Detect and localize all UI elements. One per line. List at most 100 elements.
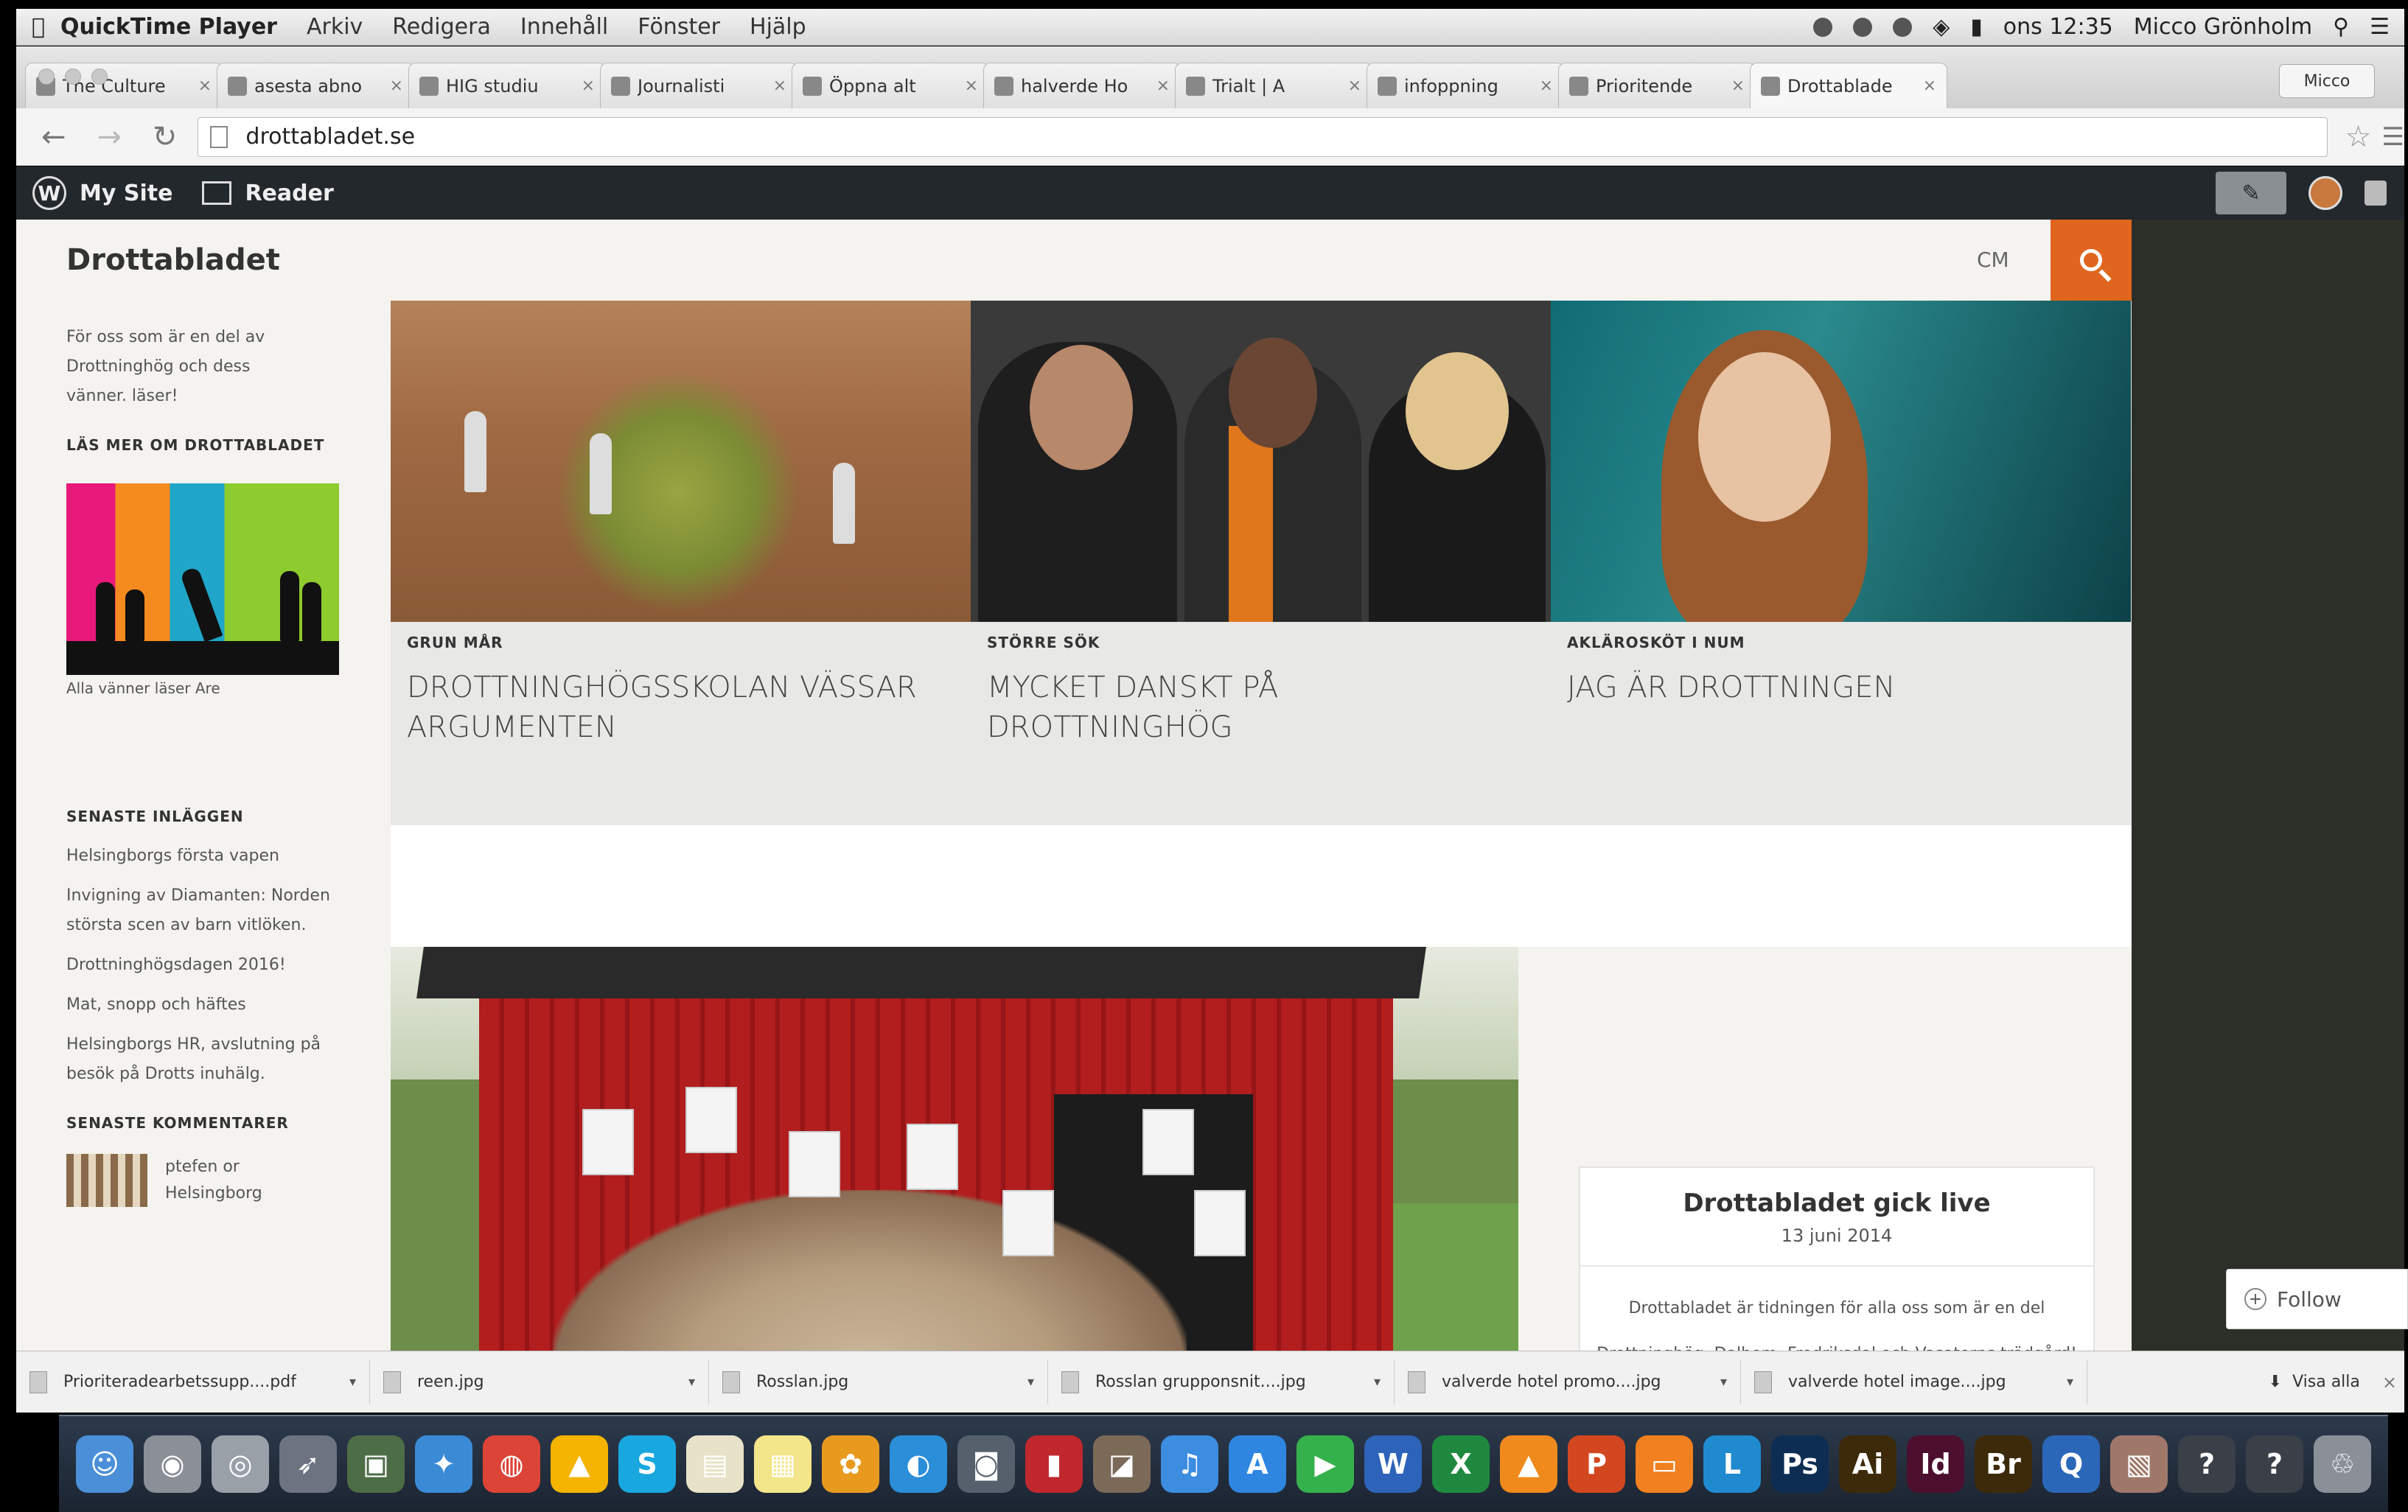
site-title[interactable]: Drottabladet [66, 243, 280, 277]
chevron-down-icon[interactable]: ▾ [349, 1374, 356, 1390]
photoshop-icon[interactable]: Ps [1771, 1435, 1829, 1493]
browser-tab-active[interactable]: Drottablade × [1750, 63, 1947, 108]
chevron-down-icon[interactable]: ▾ [688, 1374, 695, 1390]
minimize-window-button[interactable] [65, 69, 81, 85]
close-tab-icon[interactable]: × [390, 77, 403, 95]
keynote-icon[interactable]: ▭ [1636, 1435, 1693, 1493]
write-post-button[interactable]: ✎ [2216, 172, 2286, 214]
stickies-icon[interactable]: ▦ [754, 1435, 812, 1493]
chevron-down-icon[interactable]: ▾ [2067, 1374, 2073, 1390]
close-tab-icon[interactable]: × [1923, 77, 1936, 95]
word-icon[interactable]: W [1364, 1435, 1422, 1493]
menu-redigera[interactable]: Redigera [392, 14, 491, 40]
promo-caption[interactable]: Alla vänner läser Are [66, 679, 388, 697]
featured-title[interactable]: MYCKET DANSKT PÅ DROTTNINGHÖG [987, 668, 1532, 747]
spotlight-icon[interactable]: ⚲ [2333, 14, 2349, 40]
menu-hjalp[interactable]: Hjälp [750, 14, 806, 40]
battery-icon[interactable]: ▮ [1970, 14, 1983, 40]
close-tab-icon[interactable]: × [1156, 77, 1170, 95]
unknown-app-icon[interactable]: ? [2178, 1435, 2236, 1493]
notifications-icon[interactable] [2365, 181, 2387, 206]
rocket-icon[interactable]: ➶ [279, 1435, 337, 1493]
globe-icon[interactable]: ◐ [890, 1435, 947, 1493]
close-tab-icon[interactable]: × [773, 77, 786, 95]
close-tab-icon[interactable]: × [1731, 77, 1745, 95]
search-button[interactable] [2051, 220, 2132, 301]
close-tab-icon[interactable]: × [1348, 77, 1361, 95]
menubar-user[interactable]: Micco Grönholm [2134, 14, 2312, 40]
excel-icon[interactable]: X [1432, 1435, 1490, 1493]
browser-tab[interactable]: asesta abno × [217, 63, 414, 108]
flower-icon[interactable]: ✿ [822, 1435, 879, 1493]
drive-icon[interactable]: ▲ [551, 1435, 608, 1493]
forward-icon[interactable]: → [91, 120, 127, 154]
skype-icon[interactable]: S [618, 1435, 676, 1493]
featured-title[interactable]: JAG ÄR DROTTNINGEN [1567, 668, 2112, 707]
browser-tab[interactable]: infoppning × [1367, 63, 1564, 108]
recent-post-link[interactable]: Helsingborgs HR, avslutning på besök på … [66, 1030, 346, 1089]
featured-category[interactable]: AKLÄROSKÖT I NUM [1567, 634, 1745, 651]
preview-icon[interactable]: ▧ [2110, 1435, 2168, 1493]
indesign-icon[interactable]: Id [1907, 1435, 1964, 1493]
avatar[interactable] [2308, 176, 2342, 210]
trash-icon[interactable]: ♲ [2314, 1435, 2371, 1493]
chevron-down-icon[interactable]: ▾ [1720, 1374, 1727, 1390]
menu-innehall[interactable]: Innehåll [520, 14, 608, 40]
featured-title[interactable]: DROTTNINGHÖGSSKOLAN VÄSSAR ARGUMENTEN [407, 668, 952, 747]
download-item[interactable]: Rosslan grupponsnit....jpg ▾ [1048, 1359, 1395, 1404]
menubar-clock[interactable]: ons 12:35 [2003, 14, 2113, 40]
download-item[interactable]: reen.jpg ▾ [370, 1359, 709, 1404]
profile-button[interactable]: Micco [2279, 64, 2375, 98]
my-site-link[interactable]: My Site [80, 181, 172, 206]
featured-post[interactable]: GRUN MÅR DROTTNINGHÖGSSKOLAN VÄSSAR ARGU… [391, 301, 971, 825]
browser-menu-icon[interactable]: ☰ [2382, 122, 2404, 152]
bookmark-star-icon[interactable]: ☆ [2345, 120, 2372, 154]
iphoto-icon[interactable]: ◪ [1093, 1435, 1151, 1493]
powerpoint-icon[interactable]: P [1568, 1435, 1625, 1493]
widget-title[interactable]: Drottabladet gick live [1580, 1189, 2093, 1218]
header-menu-toggle[interactable]: CM [1977, 248, 2009, 272]
apple-icon[interactable]:  [16, 14, 60, 40]
reader-link[interactable]: Reader [245, 181, 333, 206]
follow-button[interactable]: + Follow [2226, 1269, 2408, 1329]
activity-icon[interactable]: ◎ [212, 1435, 269, 1493]
recent-post-link[interactable]: Mat, snopp och häftes [66, 990, 346, 1020]
browser-tab[interactable]: HIG studiu × [408, 63, 606, 108]
close-tab-icon[interactable]: × [965, 77, 978, 95]
notes-icon[interactable]: ▤ [686, 1435, 744, 1493]
browser-tab[interactable]: Öppna alt × [792, 63, 989, 108]
close-tab-icon[interactable]: × [1540, 77, 1553, 95]
menu-fonster[interactable]: Fönster [638, 14, 720, 40]
browser-tab[interactable]: halverde Ho × [983, 63, 1181, 108]
recent-post-link[interactable]: Invigning av Diamanten: Norden största s… [66, 881, 346, 940]
finder-icon[interactable]: ☺ [76, 1435, 133, 1493]
browser-tab[interactable]: Journalisti × [600, 63, 798, 108]
download-item[interactable]: Rosslan.jpg ▾ [709, 1359, 1048, 1404]
post-image[interactable] [391, 947, 1518, 1351]
status-icon[interactable] [1853, 17, 1873, 37]
featured-image[interactable] [391, 301, 971, 622]
chevron-down-icon[interactable]: ▾ [1027, 1374, 1034, 1390]
illustrator-icon[interactable]: Ai [1839, 1435, 1896, 1493]
recent-comment-text[interactable]: ptefen or Helsingborg [165, 1154, 268, 1207]
wordpress-logo-icon[interactable]: W [32, 176, 66, 210]
bridge-icon[interactable]: Br [1975, 1435, 2032, 1493]
appstore-icon[interactable]: A [1229, 1435, 1286, 1493]
redbook-icon[interactable]: ▮ [1025, 1435, 1083, 1493]
status-icon[interactable] [1893, 17, 1913, 37]
wifi-icon[interactable]: ◈ [1933, 14, 1950, 40]
browser-tab[interactable]: Trialt | A × [1175, 63, 1372, 108]
close-window-button[interactable] [38, 69, 55, 85]
browser-tab[interactable]: Prioritende × [1558, 63, 1756, 108]
featured-image[interactable] [971, 301, 1551, 622]
notification-center-icon[interactable]: ☰ [2370, 14, 2390, 40]
quicktime-icon[interactable]: Q [2042, 1435, 2100, 1493]
promo-image[interactable] [66, 483, 339, 675]
vlc-icon[interactable]: ▲ [1500, 1435, 1557, 1493]
featured-category[interactable]: STÖRRE SÖK [987, 634, 1100, 651]
close-tab-icon[interactable]: × [198, 77, 212, 95]
close-tab-icon[interactable]: × [582, 77, 595, 95]
recent-post-link[interactable]: Helsingborgs första vapen [66, 841, 346, 871]
safari-icon[interactable]: ✦ [415, 1435, 472, 1493]
show-all-downloads-link[interactable]: ⬇ Visa alla [2269, 1373, 2360, 1391]
